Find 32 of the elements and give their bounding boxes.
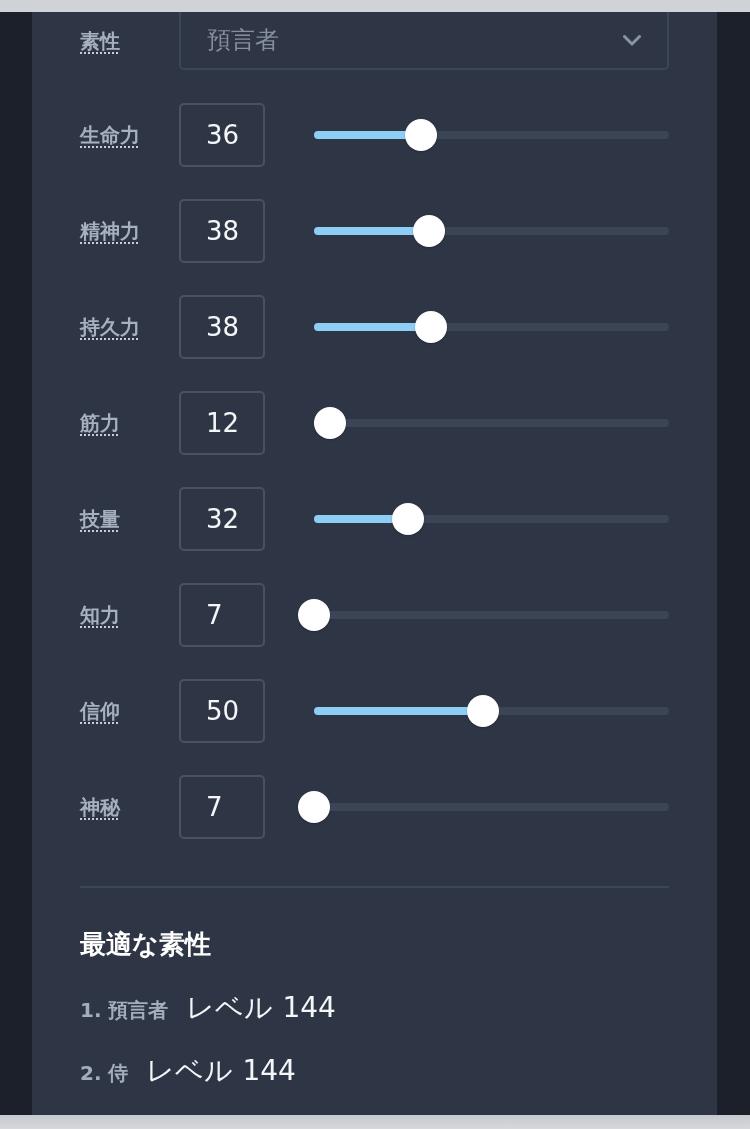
stat-label: 神秘 [80,793,122,821]
slider-thumb[interactable] [413,215,445,247]
class-name: 2. 侍 [80,1060,129,1087]
stat-label: 技量 [80,505,121,533]
stat-label: 精神力 [80,217,141,245]
number-field[interactable]: 7 [179,775,265,839]
number-field[interactable]: 7 [179,583,265,647]
number-field[interactable]: 38 [179,295,265,359]
section-heading: 最適な素性 [80,928,212,961]
slider-thumb[interactable] [466,695,499,727]
stat-label: 持久力 [80,313,141,341]
number-field[interactable]: 36 [179,103,265,167]
stat-label: 知力 [80,601,121,629]
slider-thumb[interactable] [415,311,448,343]
field-label: 素性 [80,27,121,55]
level-value: レベル 144 [146,1053,296,1089]
slider-thumb[interactable] [298,599,330,631]
class-select[interactable]: 預言者 [179,12,669,70]
stat-label: 生命力 [80,121,141,149]
class-name: 1. 預言者 [80,997,169,1024]
stat-label: 筋力 [80,409,121,437]
chevron-down-icon [623,34,641,46]
slider-thumb[interactable] [392,503,425,535]
number-field[interactable]: 50 [179,679,265,743]
number-field[interactable]: 32 [179,487,265,551]
slider-thumb[interactable] [298,791,330,823]
stat-label: 信仰 [80,697,121,725]
number-field[interactable]: 38 [179,199,265,263]
level-value: レベル 144 [186,990,336,1026]
number-field[interactable]: 12 [179,391,265,455]
slider-thumb[interactable] [313,407,346,439]
slider-thumb[interactable] [404,119,437,151]
